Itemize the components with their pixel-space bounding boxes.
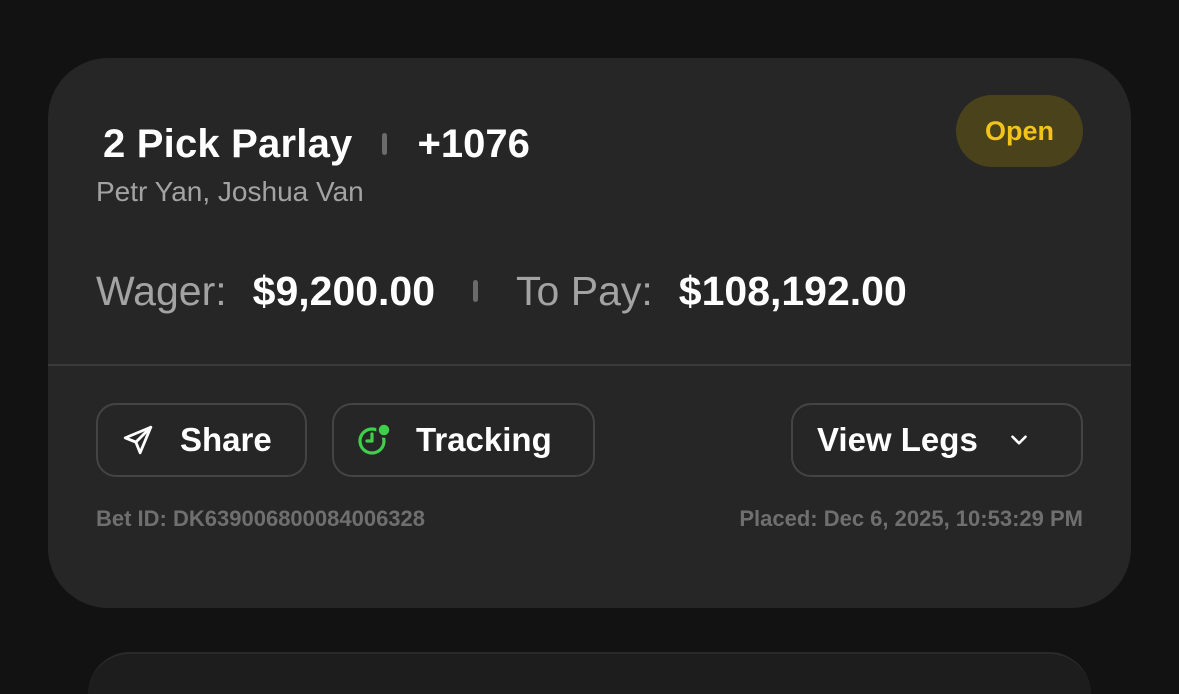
divider <box>48 364 1131 366</box>
amount-row: Wager: $9,200.00 To Pay: $108,192.00 <box>96 264 907 318</box>
share-button[interactable]: Share <box>96 403 307 477</box>
to-pay-label: To Pay: <box>516 267 653 314</box>
bet-header: 2 Pick Parlay +1076 <box>103 118 530 170</box>
bet-title: 2 Pick Parlay <box>103 121 353 166</box>
tracking-label: Tracking <box>416 421 552 458</box>
clock-icon <box>356 422 392 458</box>
to-pay-value: $108,192.00 <box>678 267 907 314</box>
bet-id: Bet ID: DK639006800084006328 <box>96 506 426 531</box>
share-label: Share <box>180 421 272 458</box>
wager-value: $9,200.00 <box>252 267 436 314</box>
bet-card: 2 Pick Parlay +1076 Petr Yan, Joshua Van… <box>48 58 1131 608</box>
status-badge: Open <box>956 95 1083 167</box>
next-bet-card <box>88 652 1091 694</box>
view-legs-label: View Legs <box>817 421 978 458</box>
wager-label: Wager: <box>96 267 227 314</box>
tracking-button[interactable]: Tracking <box>332 403 595 477</box>
chevron-down-icon <box>1006 427 1032 453</box>
amount-separator <box>473 280 479 302</box>
view-legs-button[interactable]: View Legs <box>791 403 1083 477</box>
header-separator <box>382 133 388 155</box>
send-icon <box>120 422 156 458</box>
placed-timestamp: Placed: Dec 6, 2025, 10:53:29 PM <box>739 506 1083 531</box>
bet-odds: +1076 <box>417 121 530 166</box>
bet-selections: Petr Yan, Joshua Van <box>96 176 364 207</box>
